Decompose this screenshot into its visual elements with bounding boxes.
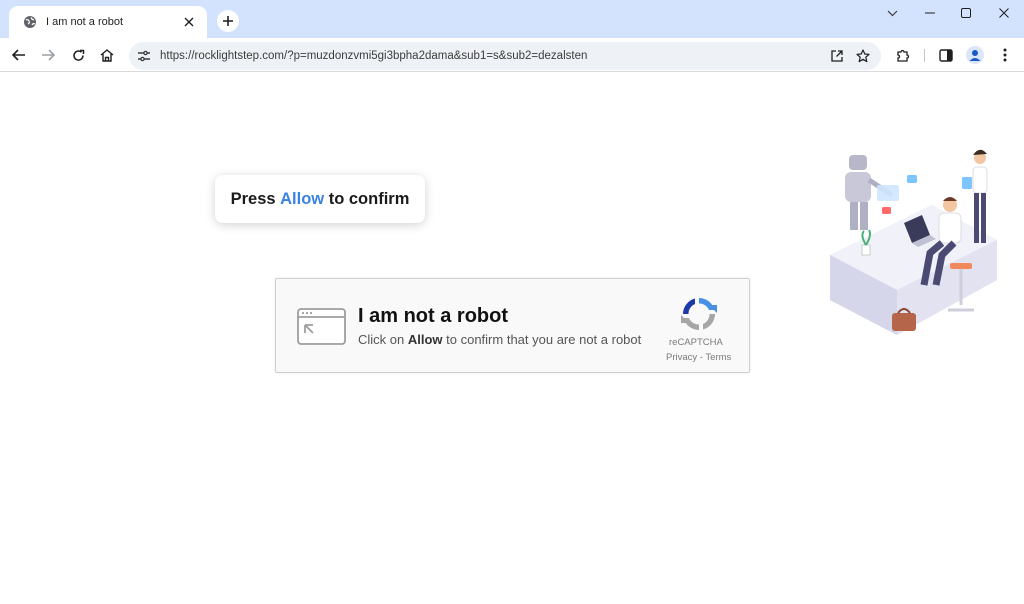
back-icon [12,49,26,61]
recaptcha-icon [679,294,719,334]
home-icon [100,48,114,62]
page-content: Press Allow to confirm I am not a robot … [0,73,1024,604]
chevron-down-icon [887,10,898,17]
bookmark-button[interactable] [851,44,875,68]
side-panel-button[interactable] [936,45,956,65]
window-icon [297,308,346,345]
profile-icon [966,46,984,64]
globe-icon [23,15,37,29]
maximize-button[interactable] [952,3,980,23]
back-button[interactable] [8,44,30,66]
captcha-sub-suffix: to confirm that you are not a robot [442,332,642,347]
recaptcha-label: reCAPTCHA [669,337,723,348]
share-button[interactable] [825,44,849,68]
press-allow-word: Allow [280,189,325,208]
forward-button[interactable] [37,44,59,66]
captcha-instruction: Click on Allow to confirm that you are n… [358,332,641,347]
press-allow-prompt: Press Allow to confirm [215,175,425,223]
captcha-sub-prefix: Click on [358,332,408,347]
minimize-button[interactable] [916,3,944,23]
close-icon[interactable] [181,14,197,30]
tab-title: I am not a robot [46,16,124,28]
recaptcha-privacy-terms-links[interactable]: Privacy - Terms [666,352,734,363]
browser-toolbar: https://rocklightstep.com/?p=muzdonzvmi5… [0,38,1024,72]
active-tab[interactable]: I am not a robot [9,6,207,38]
new-tab-button[interactable] [217,10,239,32]
minimize-icon [925,12,935,14]
tab-search-button[interactable] [878,3,906,23]
menu-icon [1003,48,1007,62]
captcha-heading: I am not a robot [358,305,508,327]
extensions-button[interactable] [893,45,913,65]
profile-button[interactable] [965,45,985,65]
press-suffix: to confirm [324,189,410,208]
url-text[interactable]: https://rocklightstep.com/?p=muzdonzvmi5… [160,50,825,62]
title-bar: I am not a robot [0,0,1024,38]
press-prefix: Press [230,189,281,208]
captcha-sub-allow: Allow [407,332,443,347]
home-button[interactable] [96,44,118,66]
toolbar-divider [924,49,925,62]
window-close-icon [999,8,1009,18]
extensions-icon [896,48,911,63]
site-info-icon[interactable] [135,47,153,65]
office-robot-illustration [812,145,1002,355]
side-panel-icon [939,48,953,62]
share-icon [830,49,844,63]
star-icon [856,49,870,63]
menu-button[interactable] [995,45,1015,65]
reload-button[interactable] [67,44,89,66]
plus-icon [222,15,234,27]
fake-captcha-box[interactable]: I am not a robot Click on Allow to confi… [275,278,750,373]
address-bar[interactable]: https://rocklightstep.com/?p=muzdonzvmi5… [129,42,881,70]
reload-icon [72,49,85,62]
window-close-button[interactable] [990,3,1018,23]
maximize-icon [961,8,971,18]
forward-icon [41,49,55,61]
